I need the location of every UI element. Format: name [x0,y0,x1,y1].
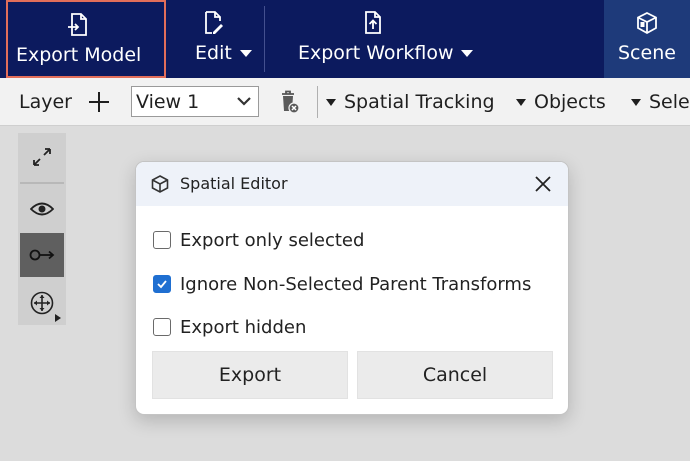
move-icon [30,291,54,315]
toolbar-divider [317,86,318,118]
upload-document-icon [365,11,381,34]
export-hidden-option[interactable]: Export hidden [153,314,306,340]
visibility-tool-button[interactable] [20,187,64,231]
layer-label: Layer [19,91,72,113]
add-layer-button[interactable] [86,78,112,126]
export-hidden-label: Export hidden [180,316,307,338]
editor-toolbar: Layer View 1 Spatial Tracking Objects Se… [0,78,690,126]
trash-icon [282,90,300,114]
scene-label: Scene [618,42,676,64]
tool-divider [20,182,64,184]
spatial-tracking-label: Spatial Tracking [344,91,495,113]
spatial-tracking-dropdown[interactable]: Spatial Tracking [326,78,495,126]
export-only-selected-label: Export only selected [180,229,365,251]
ribbon-divider [264,6,265,72]
eye-icon [30,202,54,216]
export-model-label: Export Model [16,44,142,66]
ignore-parent-transforms-label: Ignore Non-Selected Parent Transforms [180,273,532,295]
edit-document-icon [205,11,223,34]
export-workflow-label: Export Workflow [298,42,454,64]
link-icon [29,249,55,261]
scene-cube-icon [637,11,657,35]
scene-button[interactable]: Scene [604,0,690,78]
spatial-editor-dialog: Spatial Editor Export only selected Igno… [135,161,569,415]
side-toolbar [18,133,66,325]
objects-dropdown[interactable]: Objects [516,78,606,126]
move-tool-button[interactable] [20,281,64,325]
selection-label: Sele [649,91,690,113]
export-model-button[interactable]: Export Model [6,0,166,78]
triangle-down-icon [326,98,336,106]
expand-icon [33,148,51,166]
selection-dropdown[interactable]: Sele [631,78,690,126]
checkmark-icon [157,280,167,289]
ignore-parent-transforms-checkbox[interactable] [153,275,171,293]
export-document-icon [68,13,87,36]
plus-icon [89,92,109,112]
edit-label: Edit [195,42,232,64]
edit-menu-button[interactable]: Edit [185,0,265,78]
expand-tool-button[interactable] [20,135,64,179]
close-icon[interactable] [532,173,554,195]
triangle-down-icon [516,98,526,106]
cube-icon [151,175,169,193]
chevron-down-icon [461,50,474,57]
chevron-down-icon [239,50,252,57]
export-only-selected-checkbox[interactable] [153,231,171,249]
cancel-button[interactable]: Cancel [357,351,553,399]
submenu-indicator-icon [55,314,61,322]
objects-label: Objects [534,91,606,113]
export-workflow-button[interactable]: Export Workflow [292,0,482,78]
delete-layer-button[interactable] [277,78,301,126]
dialog-header: Spatial Editor [136,162,568,206]
export-hidden-checkbox[interactable] [153,318,171,336]
link-tool-button[interactable] [20,233,64,277]
triangle-down-icon [631,98,641,106]
chevron-down-icon [237,97,251,106]
export-button[interactable]: Export [152,351,348,399]
top-ribbon: Export Model Edit Export Workflow Scene [0,0,690,78]
ignore-parent-transforms-option[interactable]: Ignore Non-Selected Parent Transforms [153,271,531,297]
export-only-selected-option[interactable]: Export only selected [153,227,364,253]
view-select-value: View 1 [136,90,200,113]
dialog-title: Spatial Editor [180,174,288,193]
view-select[interactable]: View 1 [131,86,259,117]
